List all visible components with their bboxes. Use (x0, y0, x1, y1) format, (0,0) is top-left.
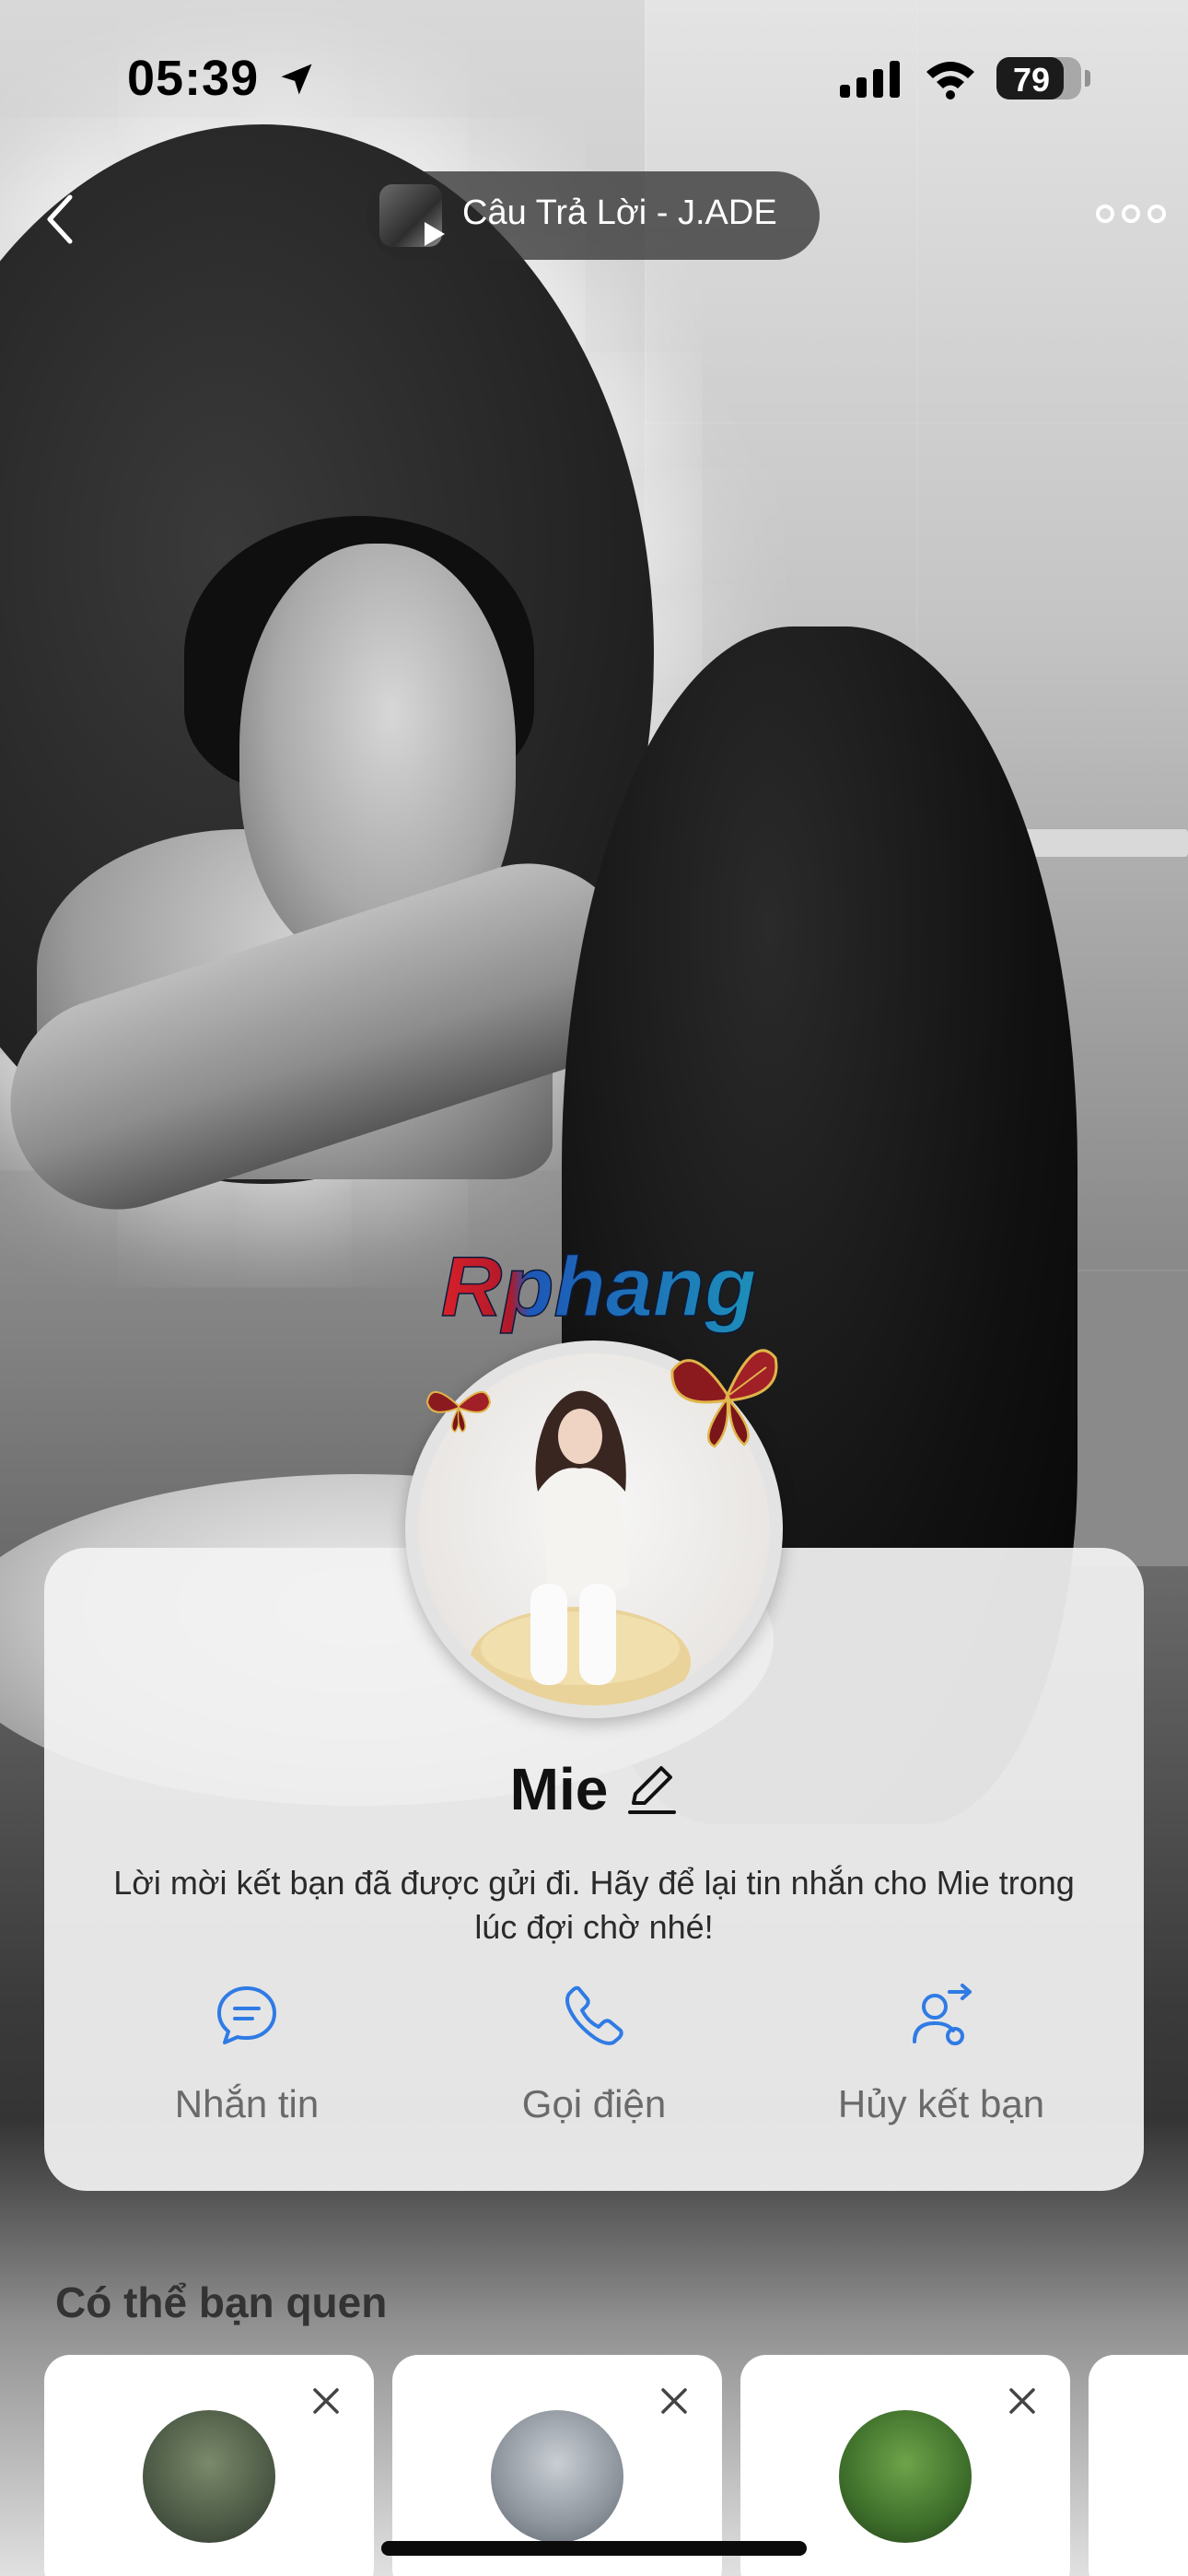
more-options-button[interactable] (1094, 195, 1168, 232)
suggestions-title: Có thể bạn quen (55, 2278, 388, 2326)
battery-indicator: 79 (996, 57, 1081, 100)
call-button[interactable]: Gọi điện (428, 1981, 760, 2147)
message-button[interactable]: Nhắn tin (81, 1981, 413, 2147)
home-indicator (381, 2541, 807, 2556)
music-title: Câu Trả Lời - J.ADE (462, 193, 777, 232)
close-icon[interactable] (1004, 2383, 1041, 2419)
close-icon[interactable] (656, 2383, 693, 2419)
profile-screen: 05:39 79 Câu Trả Lời - J.ADE Rphang Mie … (0, 0, 1188, 2576)
status-time: 05:39 (127, 51, 260, 106)
suggestion-card[interactable] (44, 2355, 374, 2576)
action-label: Nhắn tin (174, 2082, 320, 2125)
action-label: Hủy kết bạn (837, 2082, 1045, 2125)
status-bar: 05:39 79 (0, 0, 1188, 147)
battery-level: 79 (1012, 61, 1051, 99)
watermark-text: Rphang (441, 1240, 756, 1334)
phone-icon (565, 1985, 623, 2045)
profile-music-button[interactable]: Câu Trả Lời - J.ADE (367, 171, 820, 260)
butterfly-decoration-icon (425, 1391, 492, 1433)
unfriend-button[interactable]: Hủy kết bạn (775, 1981, 1107, 2147)
play-icon (425, 222, 445, 246)
close-icon[interactable] (308, 2383, 344, 2419)
friend-request-message: Lời mời kết bạn đã được gửi đi. Hãy để l… (113, 1864, 1075, 1946)
profile-actions: Nhắn tin Gọi điện Hủy kết bạn (44, 1981, 1144, 2147)
suggestion-avatar (143, 2410, 275, 2543)
suggestion-avatar (491, 2410, 623, 2543)
unfriend-icon (913, 1984, 972, 2045)
profile-name-row: Mie (0, 1752, 1188, 1826)
watermark-logo: Rphang (440, 1239, 757, 1335)
location-arrow-icon (281, 64, 312, 95)
action-label: Gọi điện (521, 2082, 667, 2125)
wifi-icon (926, 62, 974, 100)
edit-pencil-icon[interactable] (624, 1762, 678, 1816)
suggestion-card-partial[interactable] (1089, 2355, 1188, 2576)
profile-name: Mie (509, 1756, 609, 1822)
battery-cap (1085, 70, 1090, 87)
suggestion-avatar (839, 2410, 972, 2543)
cellular-signal-icon (840, 61, 900, 98)
butterfly-decoration-icon (670, 1349, 778, 1448)
back-button[interactable] (35, 184, 90, 254)
chat-bubble-icon (217, 1986, 276, 2044)
